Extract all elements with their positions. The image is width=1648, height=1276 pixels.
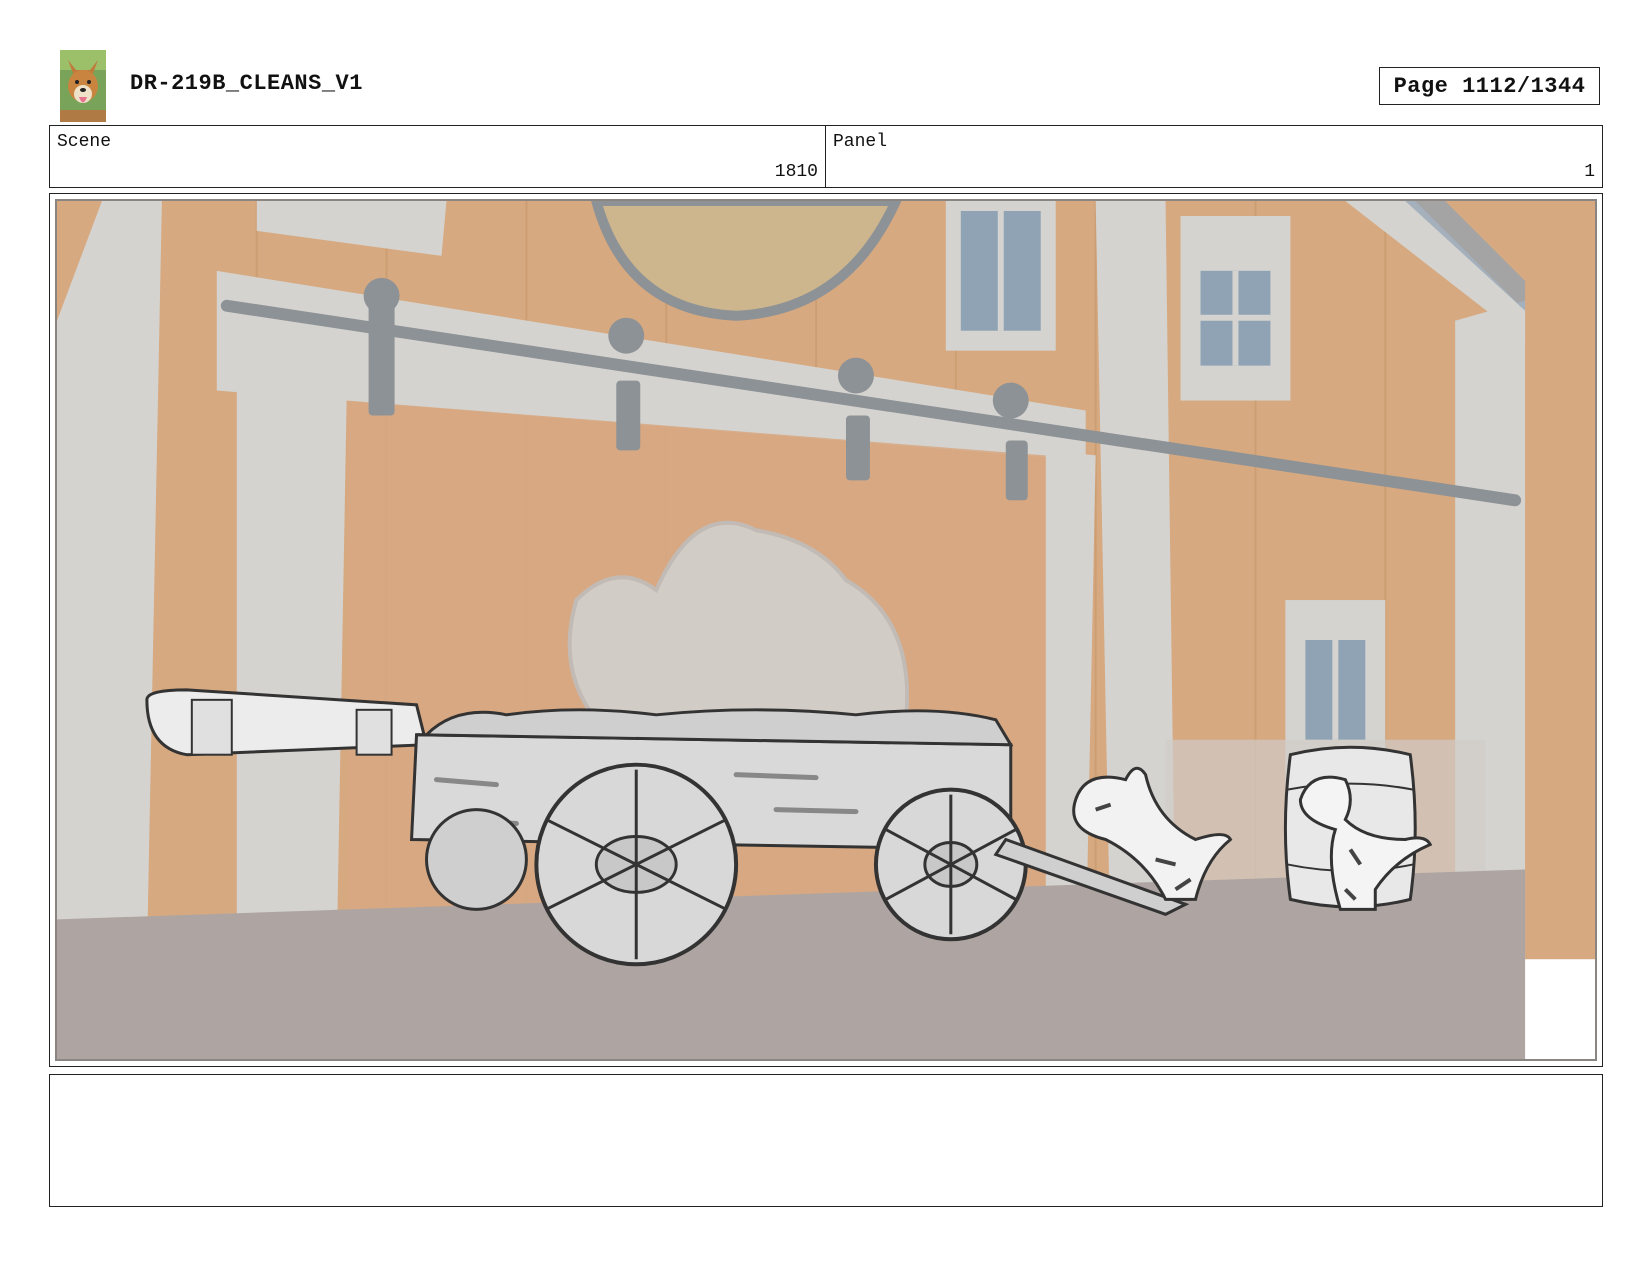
logo-thumbnail — [60, 50, 106, 122]
notes-box — [49, 1074, 1603, 1207]
storyboard-frame — [49, 193, 1603, 1067]
scene-illustration — [57, 201, 1595, 1059]
panel-cell: Panel 1 — [826, 126, 1602, 187]
document-title: DR-219B_CLEANS_V1 — [130, 71, 363, 96]
dog-avatar-icon — [60, 50, 106, 122]
scene-label: Scene — [57, 132, 112, 152]
storyboard-panel-image — [55, 199, 1597, 1061]
page-number-box: Page 1112/1344 — [1379, 67, 1600, 105]
scene-number: 1810 — [774, 162, 818, 182]
panel-label: Panel — [833, 132, 888, 152]
scene-panel-info-row: Scene 1810 Panel 1 — [49, 125, 1603, 188]
scene-cell: Scene 1810 — [50, 126, 826, 187]
panel-number: 1 — [1584, 162, 1595, 182]
